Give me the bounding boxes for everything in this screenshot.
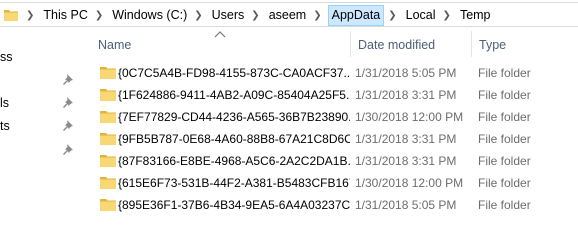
file-date-modified: 1/31/2018 3:31 PM	[355, 132, 457, 146]
column-header-name[interactable]: Name	[98, 38, 131, 52]
address-bar[interactable]: ❯ This PC ❯ Windows (C:) ❯ Users ❯ aseem ❯ AppDat…	[0, 0, 578, 31]
breadcrumb-item[interactable]: Users	[209, 5, 248, 26]
sort-chevron-up-icon[interactable]	[214, 30, 226, 38]
nav-item-label[interactable]: ls	[0, 93, 9, 113]
nav-item-label[interactable]: ss	[0, 47, 13, 67]
file-date-modified: 1/31/2018 5:05 PM	[355, 66, 457, 80]
file-type: File folder	[478, 198, 531, 212]
folder-icon	[100, 155, 116, 167]
pin-icon[interactable]	[62, 119, 74, 131]
pin-icon[interactable]	[62, 73, 74, 85]
file-name: {895E36F1-37B6-4B34-9EA5-6A4A03237C...	[118, 198, 350, 212]
file-name: {0C7C5A4B-FD98-4155-873C-CA0ACF37...	[118, 66, 350, 80]
file-explorer-window: ❯ This PC ❯ Windows (C:) ❯ Users ❯ aseem ❯ AppDat…	[0, 0, 578, 213]
file-type: File folder	[478, 154, 531, 168]
breadcrumb-item[interactable]: Windows (C:)	[109, 5, 190, 26]
folder-icon	[100, 67, 116, 79]
column-header-date-modified[interactable]: Date modified	[358, 38, 435, 52]
breadcrumb-item[interactable]: Local	[403, 5, 439, 26]
file-name: {87F83166-E8BE-4968-A5C6-2A2C2DA1B...	[118, 154, 350, 168]
file-name: {1F624886-9411-4AB2-A09C-85404A25F5...	[118, 88, 350, 102]
file-type: File folder	[478, 176, 531, 190]
file-type: File folder	[478, 66, 531, 80]
chevron-right-icon[interactable]: ❯	[22, 3, 40, 28]
folder-icon	[100, 89, 116, 101]
column-header-row: Name Date modified Type	[82, 31, 578, 57]
column-divider[interactable]	[471, 31, 472, 57]
pin-icon[interactable]	[62, 143, 74, 155]
file-date-modified: 1/31/2018 3:31 PM	[355, 88, 457, 102]
chevron-right-icon[interactable]: ❯	[91, 3, 109, 28]
file-date-modified: 1/31/2018 5:05 PM	[355, 198, 457, 212]
chevron-right-icon[interactable]: ❯	[384, 3, 402, 28]
breadcrumb-item[interactable]: Temp	[457, 5, 494, 26]
file-date-modified: 1/31/2018 3:31 PM	[355, 154, 457, 168]
file-row[interactable]: {615E6F73-531B-44F2-A381-B5483CFB167... 1…	[82, 172, 578, 194]
file-type: File folder	[478, 88, 531, 102]
file-type: File folder	[478, 132, 531, 146]
folder-icon	[4, 10, 18, 21]
file-row[interactable]: {9FB5B787-0E68-4A60-88B8-67A21C8D6C... 1/…	[82, 128, 578, 150]
file-row[interactable]: {0C7C5A4B-FD98-4155-873C-CA0ACF37... 1/31…	[82, 62, 578, 84]
breadcrumb: ❯ This PC ❯ Windows (C:) ❯ Users ❯ aseem ❯ AppDat…	[22, 3, 494, 28]
file-list: Name Date modified Type {0C7C5A4B-FD98-4…	[82, 31, 578, 213]
breadcrumb-item[interactable]: AppData	[327, 5, 385, 26]
column-header-type[interactable]: Type	[479, 38, 506, 52]
address-box[interactable]: ❯ This PC ❯ Windows (C:) ❯ Users ❯ aseem ❯ AppDat…	[0, 2, 578, 27]
file-date-modified: 1/30/2018 12:00 PM	[355, 110, 464, 124]
folder-icon	[100, 133, 116, 145]
nav-item-label[interactable]: ts	[0, 116, 10, 136]
folder-icon	[100, 177, 116, 189]
file-name: {615E6F73-531B-44F2-A381-B5483CFB167...	[118, 176, 350, 190]
file-date-modified: 1/30/2018 12:00 PM	[355, 176, 464, 190]
file-name: {7EF77829-CD44-4236-A565-36B7B23890...	[118, 110, 350, 124]
folder-icon	[100, 111, 116, 123]
file-row[interactable]: {87F83166-E8BE-4968-A5C6-2A2C2DA1B... 1/3…	[82, 150, 578, 172]
breadcrumb-item[interactable]: aseem	[266, 5, 310, 26]
file-type: File folder	[478, 110, 531, 124]
chevron-right-icon[interactable]: ❯	[190, 3, 208, 28]
chevron-right-icon[interactable]: ❯	[309, 3, 327, 28]
breadcrumb-item[interactable]: This PC	[40, 5, 90, 26]
file-name: {9FB5B787-0E68-4A60-88B8-67A21C8D6C...	[118, 132, 350, 146]
file-row[interactable]: {895E36F1-37B6-4B34-9EA5-6A4A03237C... 1/…	[82, 194, 578, 213]
folder-icon	[100, 199, 116, 211]
navigation-pane: ss ls ts	[0, 31, 82, 213]
pin-icon[interactable]	[62, 96, 74, 108]
chevron-right-icon[interactable]: ❯	[247, 3, 265, 28]
chevron-right-icon[interactable]: ❯	[439, 3, 457, 28]
file-row[interactable]: {1F624886-9411-4AB2-A09C-85404A25F5... 1/…	[82, 84, 578, 106]
file-row[interactable]: {7EF77829-CD44-4236-A565-36B7B23890... 1/…	[82, 106, 578, 128]
column-divider[interactable]	[350, 31, 351, 57]
